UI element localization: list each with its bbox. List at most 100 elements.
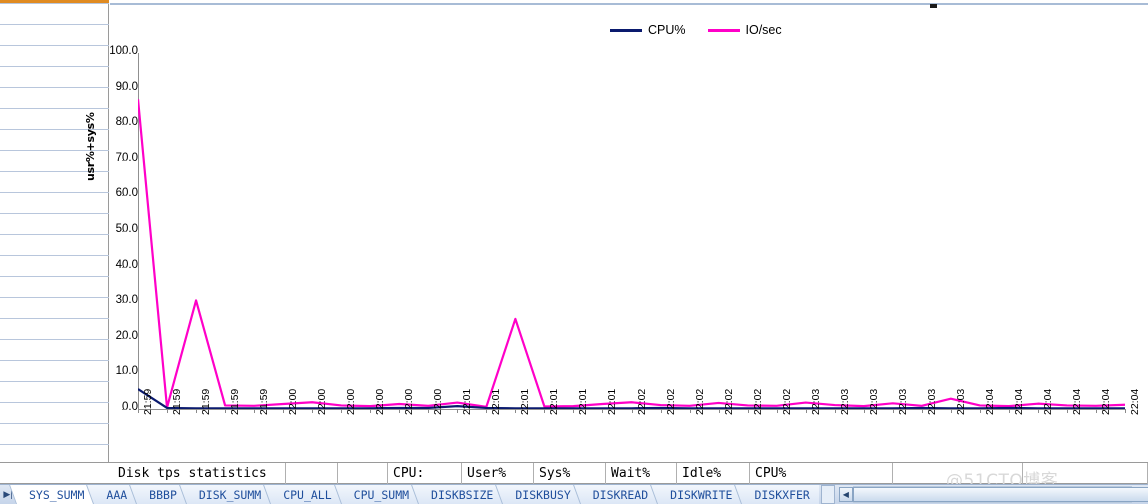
row-gridline: [0, 276, 109, 277]
y-axis-tick-mark: [122, 266, 127, 268]
x-axis-tick-mark: [834, 409, 836, 413]
row-gridline: [0, 45, 109, 46]
x-axis-tick-label: 22:01: [519, 388, 532, 415]
y-axis-tick-label: 10.0: [115, 365, 138, 378]
sheet-tab-bbbp[interactable]: BBBP: [136, 485, 186, 504]
y-axis-tick-mark: [122, 159, 127, 161]
y-axis-tick-label: 30.0: [115, 294, 138, 307]
x-axis-tick-mark: [1095, 409, 1097, 413]
x-axis-tick-label: 21:59: [200, 388, 213, 415]
worksheet-cell[interactable]: Sys%: [534, 463, 606, 484]
horizontal-scrollbar[interactable]: ◀ ||||: [838, 486, 1148, 503]
x-axis-tick-label: 22:02: [693, 388, 706, 415]
x-axis-tick-mark: [399, 409, 401, 413]
row-gridline: [0, 66, 109, 67]
x-axis-tick-label: 22:00: [345, 388, 358, 415]
x-axis-tick-mark: [428, 409, 430, 413]
sheet-tab-cpu_summ[interactable]: CPU_SUMM: [340, 485, 419, 504]
x-axis-tick-label: 22:04: [1041, 388, 1054, 415]
sheet-tab-diskread[interactable]: DISKREAD: [579, 485, 658, 504]
tab-scroll-end[interactable]: [820, 485, 835, 504]
x-axis-tick-label: 22:02: [664, 388, 677, 415]
y-axis-tick-mark: [122, 124, 127, 126]
row-gridline: [0, 3, 109, 4]
x-axis-tick-label: 22:03: [896, 388, 909, 415]
y-axis-tick-label: 50.0: [115, 223, 138, 235]
x-axis-tick-mark: [486, 409, 488, 413]
spreadsheet-background: CPU% IO/sec usr%+sys% 100.0 90.0 80.0 70.0 60…: [0, 0, 1148, 504]
left-arrow-icon[interactable]: ◀: [838, 487, 853, 502]
worksheet-cell[interactable]: User%: [462, 463, 534, 484]
sheet-tab-diskbusy[interactable]: DISKBUSY: [502, 485, 580, 504]
worksheet-cell[interactable]: CPU%: [750, 463, 893, 484]
x-axis-tick-label: 22:00: [403, 388, 416, 415]
x-axis-tick-mark: [341, 409, 343, 413]
sheet-tab-diskwrite[interactable]: DISKWRITE: [657, 485, 742, 504]
x-axis-tick-label: 22:01: [490, 388, 503, 415]
x-axis-tick-label: 22:00: [374, 388, 387, 415]
x-axis-tick-label: 22:04: [1070, 388, 1083, 415]
x-axis-tick-label: 21:59: [229, 388, 242, 415]
scrollbar-track[interactable]: ||||: [852, 486, 1148, 503]
row-gridline: [0, 444, 109, 445]
x-axis-tick-mark: [515, 409, 517, 413]
row-gridline: [0, 255, 109, 256]
row-gridline: [0, 192, 109, 193]
y-axis-tick-mark: [122, 302, 127, 304]
x-axis-tick-mark: [602, 409, 604, 413]
x-axis-tick-mark: [1125, 409, 1126, 413]
sheet-tab-disk_summ[interactable]: DISK_SUMM: [185, 485, 271, 504]
x-axis-tick-label: 22:02: [751, 388, 764, 415]
row-header-column: [0, 0, 109, 466]
x-axis-tick-mark: [1066, 409, 1068, 413]
row-gridline: [0, 234, 109, 235]
row-gridline: [0, 108, 109, 109]
x-axis-tick-mark: [863, 409, 865, 413]
y-axis-tick-label: 20.0: [115, 329, 138, 342]
x-axis-tick-mark: [892, 409, 894, 413]
y-axis-tick-mark: [122, 337, 127, 339]
x-axis-tick-label: 22:02: [722, 388, 735, 415]
x-axis-tick-mark: [689, 409, 691, 413]
worksheet-cell[interactable]: Disk tps statistics: [113, 463, 286, 484]
x-axis-tick-label: 22:04: [1129, 388, 1141, 415]
series-line-io-sec: [138, 99, 1125, 409]
x-axis-tick-label: 21:59: [171, 388, 184, 415]
top-divider-rule: [110, 3, 1148, 5]
y-axis-ticks: 100.0 90.0 80.0 70.0 60.0 50.0 40.0 30.0 20.0 10.…: [94, 6, 138, 462]
x-axis-tick-mark: [747, 409, 749, 413]
row-gridline: [0, 24, 109, 25]
y-axis-tick-mark: [122, 373, 127, 375]
worksheet-cell[interactable]: CPU:: [388, 463, 462, 484]
sheet-tab-diskxfer[interactable]: DISKXFER: [741, 485, 819, 504]
x-axis-tick-label: 22:01: [548, 388, 561, 415]
worksheet-cell[interactable]: Idle%: [677, 463, 750, 484]
sheet-tab-sys_summ[interactable]: SYS_SUMM: [16, 485, 94, 504]
sheet-tabs[interactable]: SYS_SUMM AAA BBBP DISK_SUMM CPU_ALL CPU_SUMM D…: [16, 485, 819, 504]
worksheet-cell[interactable]: Wait%: [606, 463, 677, 484]
scrollbar-thumb[interactable]: ||||: [852, 487, 1148, 502]
x-axis-tick-label: 22:04: [1012, 388, 1025, 415]
sheet-tab-cpu_all[interactable]: CPU_ALL: [270, 485, 341, 504]
worksheet-cell[interactable]: [338, 463, 388, 484]
x-axis-tick-mark: [196, 409, 198, 413]
x-axis-tick-mark: [631, 409, 633, 413]
x-axis-tick-label: 22:03: [925, 388, 938, 415]
x-axis-tick-label: 22:03: [867, 388, 880, 415]
y-axis-tick-label: 100.0: [109, 45, 138, 57]
x-axis-tick-mark: [1037, 409, 1039, 413]
x-axis-tick-mark: [573, 409, 575, 413]
x-axis-tick-label: 22:01: [606, 388, 619, 415]
y-axis-tick-label: 90.0: [115, 80, 138, 93]
sheet-tab-bar[interactable]: ▶| SYS_SUMM AAA BBBP DISK_SUMM CPU_ALL CPU_SU…: [0, 484, 1148, 504]
row-gridline: [0, 318, 109, 319]
x-axis-tick-mark: [544, 409, 546, 413]
cpu-io-line-chart[interactable]: CPU% IO/sec usr%+sys% 100.0 90.0 80.0 70.0 60…: [84, 6, 1148, 462]
x-axis-tick-mark: [921, 409, 923, 413]
sheet-tab-diskbsize[interactable]: DISKBSIZE: [418, 485, 503, 504]
orange-top-accent: [0, 0, 109, 3]
worksheet-cell[interactable]: [286, 463, 338, 484]
x-axis-tick-mark: [138, 409, 139, 413]
x-axis-tick-mark: [167, 409, 169, 413]
y-axis-tick-mark: [122, 195, 127, 197]
